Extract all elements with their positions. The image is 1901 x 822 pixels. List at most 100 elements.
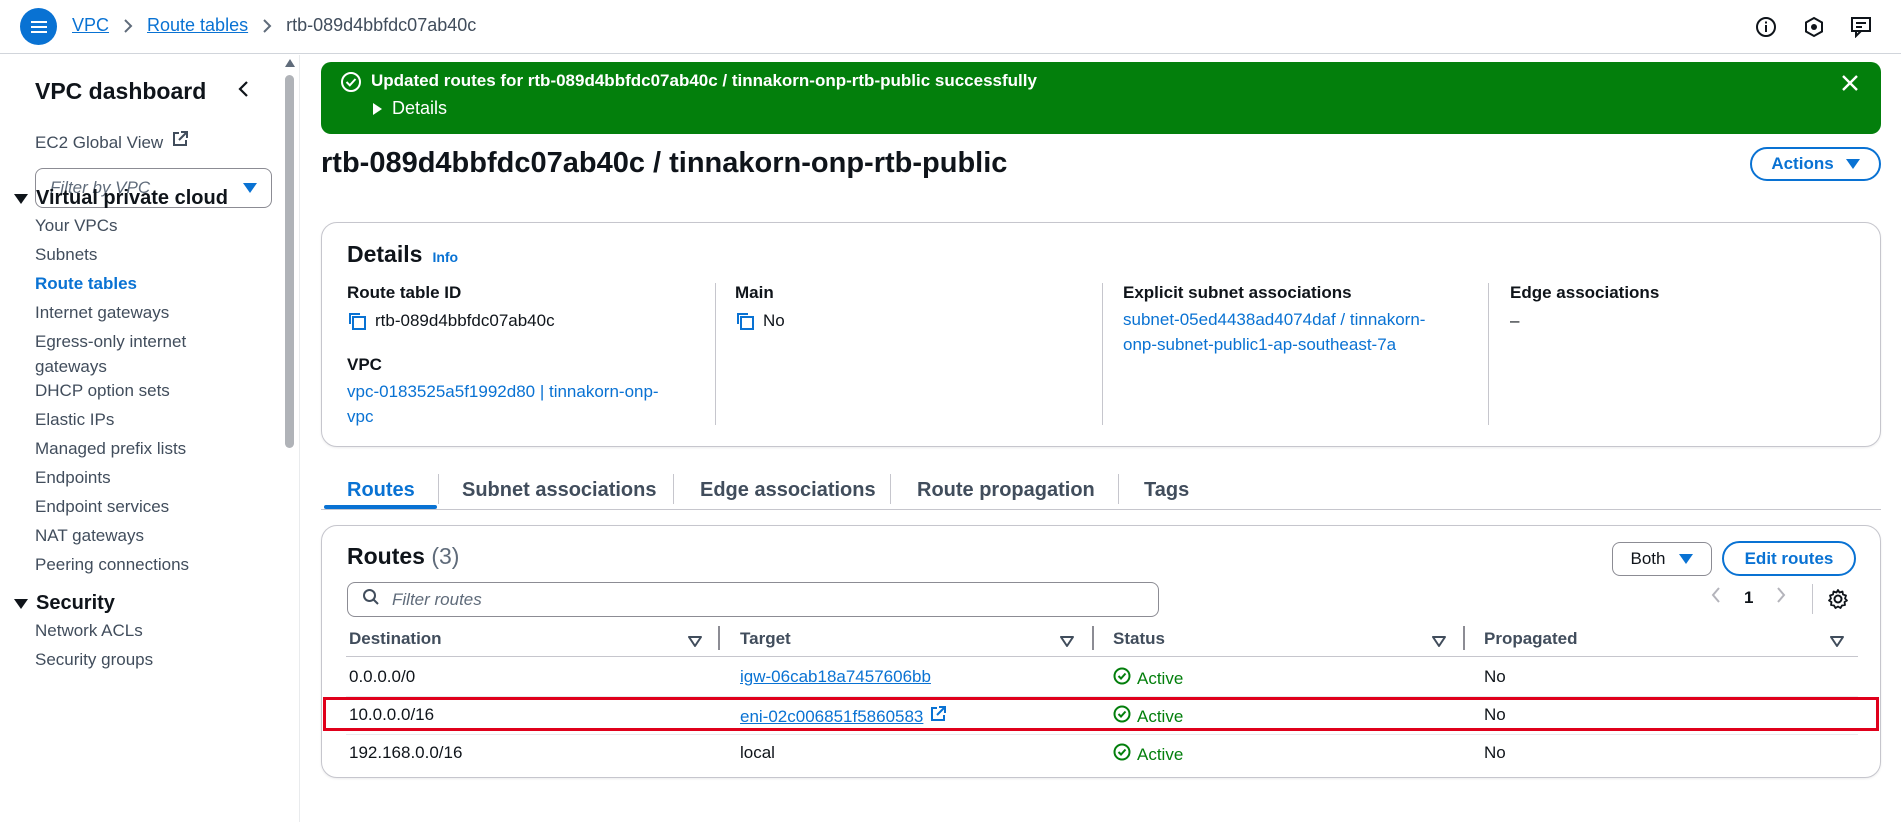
tab-subnet-associations[interactable]: Subnet associations bbox=[462, 472, 657, 508]
main-value: No bbox=[735, 309, 1095, 333]
active-tab-indicator bbox=[324, 505, 437, 509]
sidebar-item-dhcp-option-sets[interactable]: DHCP option sets bbox=[35, 378, 170, 403]
column-header-destination[interactable]: Destination bbox=[349, 629, 442, 649]
sort-icon[interactable] bbox=[688, 633, 702, 653]
explicit-subnet-label: Explicit subnet associations bbox=[1123, 283, 1352, 302]
filter-routes-input[interactable]: Filter routes bbox=[347, 582, 1159, 617]
column-divider bbox=[1488, 283, 1489, 425]
caret-down-icon bbox=[14, 193, 28, 204]
sidebar-item-internet-gateways[interactable]: Internet gateways bbox=[35, 300, 169, 325]
flash-details-label: Details bbox=[392, 98, 448, 118]
tab-divider bbox=[1118, 474, 1119, 504]
page-number[interactable]: 1 bbox=[1744, 588, 1753, 608]
section-security[interactable]: Security bbox=[14, 592, 115, 615]
scroll-up-icon[interactable] bbox=[285, 59, 295, 67]
breadcrumb-vpc[interactable]: VPC bbox=[72, 15, 109, 36]
vpc-link-line2: vpc bbox=[347, 407, 374, 426]
chevron-left-icon[interactable] bbox=[1710, 586, 1722, 609]
chevron-right-icon bbox=[262, 18, 272, 33]
actions-label: Actions bbox=[1771, 154, 1834, 173]
breadcrumb-route-tables[interactable]: Route tables bbox=[147, 15, 248, 36]
flash-message: Updated routes for rtb-089d4bbfdc07ab40c… bbox=[371, 71, 1037, 90]
target-text: igw-06cab18a7457606bb bbox=[740, 667, 931, 686]
chevron-left-icon[interactable] bbox=[234, 79, 254, 99]
sort-icon[interactable] bbox=[1830, 633, 1844, 653]
sidebar-item-elastic-ips[interactable]: Elastic IPs bbox=[35, 407, 114, 432]
breadcrumb: VPC Route tables rtb-089d4bbfdc07ab40c bbox=[72, 15, 476, 36]
details-col-4: Edge associations – bbox=[1510, 283, 1810, 333]
route-type-select[interactable]: Both bbox=[1612, 542, 1712, 576]
sidebar-item-ec2-global-view[interactable]: EC2 Global View bbox=[35, 130, 189, 155]
status-badge: Active bbox=[1113, 743, 1183, 766]
sidebar-item-managed-prefix-lists[interactable]: Managed prefix lists bbox=[35, 436, 186, 461]
vpc-link-line1: vpc-0183525a5f1992d80 | tinnakorn-onp- bbox=[347, 382, 659, 401]
cell-target-link[interactable]: igw-06cab18a7457606bb bbox=[740, 667, 931, 687]
tab-routes[interactable]: Routes bbox=[347, 472, 415, 508]
sidebar-item-endpoints[interactable]: Endpoints bbox=[35, 465, 111, 490]
cell-propagated: No bbox=[1484, 743, 1506, 762]
sidebar-item-endpoint-services[interactable]: Endpoint services bbox=[35, 494, 169, 519]
details-title: Details bbox=[347, 241, 423, 267]
actions-button[interactable]: Actions bbox=[1750, 147, 1881, 181]
section-label: Virtual private cloud bbox=[36, 187, 228, 209]
sidebar-scrollbar[interactable] bbox=[285, 75, 294, 448]
sidebar-item-egress-only-internet-gateways[interactable]: Egress-only internet gateways bbox=[35, 329, 235, 379]
routes-title: Routes bbox=[347, 543, 425, 569]
tab-divider bbox=[673, 474, 674, 504]
close-icon[interactable] bbox=[1839, 72, 1861, 94]
sidebar-item-your-vpcs[interactable]: Your VPCs bbox=[35, 213, 118, 238]
external-link-icon bbox=[171, 130, 189, 155]
sidebar-item-route-tables[interactable]: Route tables bbox=[35, 271, 137, 296]
sort-icon[interactable] bbox=[1060, 633, 1074, 653]
section-label: Security bbox=[36, 592, 115, 614]
edit-routes-button[interactable]: Edit routes bbox=[1722, 541, 1856, 576]
sidebar-title[interactable]: VPC dashboard bbox=[35, 78, 206, 105]
filter-placeholder: Filter routes bbox=[392, 589, 482, 609]
sidebar-item-label: EC2 Global View bbox=[35, 133, 164, 152]
chevron-right-icon[interactable] bbox=[1775, 586, 1787, 609]
details-container: Details Info Route table ID rtb-089d4bbf… bbox=[321, 222, 1881, 447]
caret-down-icon bbox=[243, 183, 257, 193]
section-virtual-private-cloud[interactable]: Virtual private cloud bbox=[14, 187, 228, 210]
tab-edge-associations[interactable]: Edge associations bbox=[700, 472, 876, 508]
column-header-status[interactable]: Status bbox=[1113, 629, 1165, 649]
cell-target: local bbox=[740, 743, 775, 762]
explicit-subnet-link[interactable]: subnet-05ed4438ad4074daf / tinnakorn- on… bbox=[1123, 307, 1493, 357]
cell-propagated: No bbox=[1484, 667, 1506, 686]
explicit-subnet-line1: subnet-05ed4438ad4074daf / tinnakorn- bbox=[1123, 310, 1426, 329]
route-table-id-label: Route table ID bbox=[347, 283, 462, 302]
sidebar-item-subnets[interactable]: Subnets bbox=[35, 242, 97, 267]
tab-tags[interactable]: Tags bbox=[1144, 472, 1189, 508]
tab-divider bbox=[438, 474, 439, 504]
details-col-3: Explicit subnet associations subnet-05ed… bbox=[1123, 283, 1493, 357]
sidebar-item-nat-gateways[interactable]: NAT gateways bbox=[35, 523, 144, 548]
pager-divider bbox=[1812, 584, 1813, 614]
vpc-link[interactable]: vpc-0183525a5f1992d80 | tinnakorn-onp- v… bbox=[347, 379, 707, 429]
hexagon-settings-icon[interactable] bbox=[1801, 14, 1827, 40]
gear-icon[interactable] bbox=[1827, 588, 1849, 615]
sort-icon[interactable] bbox=[1432, 633, 1446, 653]
info-link[interactable]: Info bbox=[432, 249, 458, 265]
sidebar-item-network-acls[interactable]: Network ACLs bbox=[35, 618, 143, 643]
routes-count: (3) bbox=[431, 543, 460, 569]
feedback-icon[interactable] bbox=[1849, 14, 1875, 40]
routes-table-container: Routes (3) Both Edit routes Filter route… bbox=[321, 525, 1881, 778]
sidebar-item-peering-connections[interactable]: Peering connections bbox=[35, 552, 189, 577]
column-header-propagated[interactable]: Propagated bbox=[1484, 629, 1578, 649]
menu-icon[interactable] bbox=[20, 8, 57, 45]
column-header-target[interactable]: Target bbox=[740, 629, 791, 649]
info-icon[interactable] bbox=[1753, 14, 1779, 40]
main-value-text: No bbox=[763, 311, 785, 330]
column-divider bbox=[1463, 626, 1465, 650]
caret-down-icon bbox=[14, 598, 28, 609]
status-badge: Active bbox=[1113, 667, 1183, 690]
check-circle-icon bbox=[1113, 743, 1131, 766]
top-navigation: VPC Route tables rtb-089d4bbfdc07ab40c bbox=[0, 0, 1901, 54]
copy-icon[interactable] bbox=[735, 311, 755, 331]
sidebar: VPC dashboard EC2 Global View Filter by … bbox=[0, 55, 300, 822]
flash-details-toggle[interactable]: Details bbox=[373, 98, 447, 119]
copy-icon[interactable] bbox=[347, 311, 367, 331]
caret-right-icon bbox=[373, 102, 382, 115]
sidebar-item-security-groups[interactable]: Security groups bbox=[35, 647, 153, 672]
tab-route-propagation[interactable]: Route propagation bbox=[917, 472, 1095, 508]
